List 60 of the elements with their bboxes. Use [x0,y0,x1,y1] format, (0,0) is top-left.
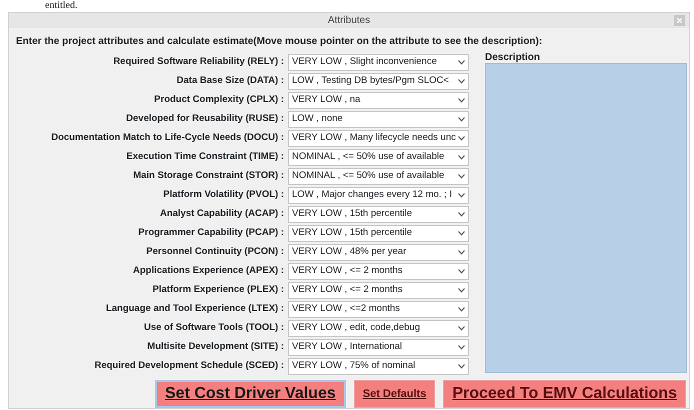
attribute-label: Required Software Reliability (RELY) : [112,55,285,70]
attribute-dropdown[interactable]: LOW , none [288,111,469,128]
document-text: entitled. [44,0,78,12]
chevron-icon [458,193,465,198]
attribute-dropdown[interactable]: LOW , Major changes every 12 mo. ; I [288,187,469,204]
attribute-dropdown[interactable]: VERY LOW , Slight inconvenience [288,54,469,71]
attribute-dropdown[interactable]: VERY LOW , na [288,92,469,109]
chevron-icon [458,117,465,122]
attribute-label: Execution Time Constraint (TIME) : [125,150,285,164]
attribute-dropdown[interactable]: NOMINAL , <= 50% use of available [288,149,469,166]
attribute-label: Main Storage Constraint (STOR) : [132,169,285,184]
attribute-label: Language and Tool Experience (LTEX) : [104,302,285,316]
attribute-label: Applications Experience (APEX) : [132,264,285,278]
attribute-dropdown[interactable]: VERY LOW , 48% per year [288,244,469,261]
attribute-dropdown[interactable]: VERY LOW , <= 2 months [288,263,469,280]
chevron-icon [458,155,465,160]
attribute-dropdown[interactable]: VERY LOW , 15th percentile [288,206,469,223]
chevron-icon [458,307,465,312]
attribute-label: Required Development Schedule (SCED) : [93,359,285,374]
attribute-dropdown[interactable]: VERY LOW , 75% of nominal [288,358,469,375]
chevron-icon [458,174,465,179]
chevron-icon [458,326,465,331]
description-label: Description [485,53,542,63]
attribute-label: Personnel Continuity (PCON) : [145,245,285,260]
attribute-dropdown[interactable]: VERY LOW , International [288,339,469,356]
action-button[interactable]: Set Cost Driver Values [155,380,346,408]
attribute-label: Developed for Reusability (RUSE) : [125,112,285,126]
attribute-dropdown[interactable]: VERY LOW , edit, code,debug [288,320,469,337]
instruction-text: Enter the project attributes and calculate estimate(Move mouse pointer on the attribute to see the description): [15,35,544,49]
attribute-dropdown[interactable]: LOW , Testing DB bytes/Pgm SLOC< [288,73,469,90]
chevron-icon [458,364,465,369]
close-button[interactable] [674,15,685,26]
attribute-label: Documentation Match to Life-Cycle Needs (DOCU) : [50,131,285,146]
attribute-label: Platform Volatility (PVOL) : [162,188,285,202]
action-button[interactable]: Set Defaults [354,380,436,408]
close-icon [677,18,682,23]
attribute-dropdown[interactable]: NOMINAL , <= 50% use of available [288,168,469,185]
attribute-label: Programmer Capability (PCAP) : [137,226,285,240]
attribute-label: Analyst Capability (ACAP) : [158,207,285,222]
chevron-icon [458,269,465,274]
chevron-icon [458,98,465,103]
chevron-icon [458,345,465,350]
attribute-dropdown[interactable]: VERY LOW , <= 2 months [288,282,469,299]
attribute-label: Platform Experience (PLEX) : [152,283,285,298]
attribute-label: Product Complexity (CPLX) : [153,93,285,108]
attribute-label: Multisite Development (SITE) : [146,340,285,354]
window-title: Attributes [328,14,370,28]
attribute-dropdown[interactable]: VERY LOW , 15th percentile [288,225,469,242]
chevron-icon [458,250,465,255]
chevron-icon [458,288,465,293]
attribute-dropdown[interactable]: VERY LOW , Many lifecycle needs unc [288,130,469,147]
chevron-icon [458,212,465,217]
chevron-icon [458,60,465,65]
attribute-label: Data Base Size (DATA) : [176,74,285,88]
attribute-dropdown[interactable]: VERY LOW , <=2 months [288,301,469,318]
chevron-icon [458,136,465,141]
chevron-icon [458,231,465,236]
chevron-icon [458,79,465,84]
action-button[interactable]: Proceed To EMV Calculations [443,380,686,408]
attribute-label: Use of Software Tools (TOOL) : [142,321,285,336]
